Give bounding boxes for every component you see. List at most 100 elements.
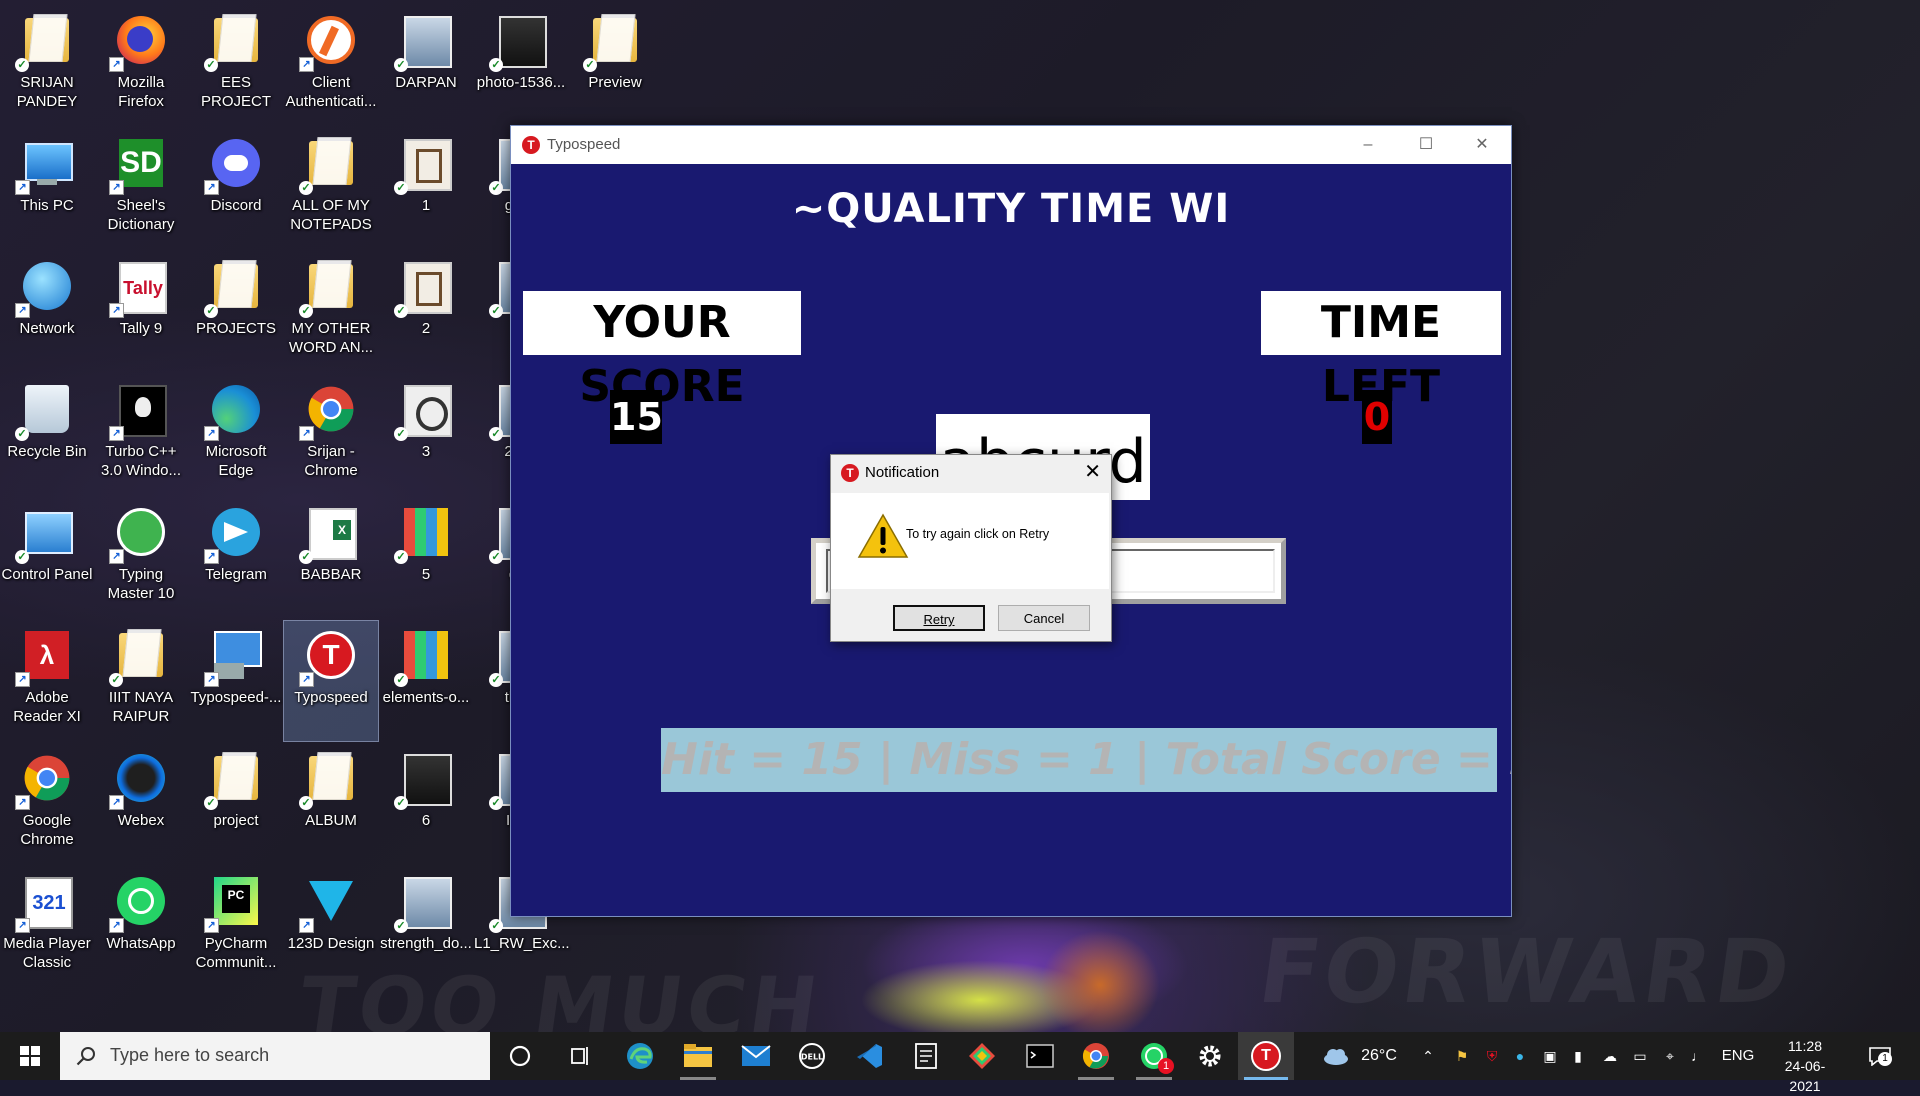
sync-check-icon: ✓ (204, 796, 218, 810)
sync-check-icon: ✓ (489, 427, 503, 441)
task-view-button[interactable] (552, 1032, 608, 1080)
language-indicator[interactable]: ENG (1718, 1046, 1758, 1066)
shortcut-arrow-icon: ↗ (204, 426, 219, 441)
maximize-button[interactable]: ☐ (1397, 126, 1455, 164)
desktop-icon[interactable]: 321 ↗ Media Player Classic (0, 867, 94, 987)
desktop-icon[interactable]: ✓ 3 (379, 375, 473, 495)
desktop-icon[interactable]: ↗ Mozilla Firefox (94, 6, 188, 126)
wifi-icon[interactable]: ⌖ (1660, 1046, 1680, 1066)
desktop-icon-label: Telegram (205, 566, 267, 583)
desktop-icon[interactable]: ↗ 123D Design (284, 867, 378, 987)
desktop-icon[interactable]: ✓ ALBUM (284, 744, 378, 864)
desktop-icon[interactable]: ✓ Preview (568, 6, 662, 126)
start-button[interactable] (0, 1032, 60, 1080)
desktop-icon[interactable]: ↗ Telegram (189, 498, 283, 618)
desktop-icon[interactable]: ✓ Control Panel (0, 498, 94, 618)
typospeed-icon: T ↗ (299, 627, 359, 687)
battery-icon[interactable]: ▭ (1628, 1046, 1652, 1066)
wallpaper-text: FORWARD (1252, 920, 1800, 1023)
desktop-icon[interactable]: PC ↗ PyCharm Communit... (189, 867, 283, 987)
desktop-icon[interactable]: ↗ Typing Master 10 (94, 498, 188, 618)
folder-icon: ✓ (109, 627, 169, 687)
desktop-icon[interactable]: ↗ Typospeed-... (189, 621, 283, 741)
desktop-icon-label: 6 (421, 812, 431, 829)
camera-icon[interactable]: ▣ (1540, 1046, 1560, 1066)
taskbar-edge[interactable] (612, 1032, 668, 1080)
desktop-icon[interactable]: ✓ 1 (379, 129, 473, 249)
desktop-icon[interactable]: ✓ ALL OF MY NOTEPADS (284, 129, 378, 249)
desktop-icon-label: Tally 9 (119, 320, 163, 337)
taskbar-notepad[interactable] (898, 1032, 954, 1080)
taskbar-search[interactable]: Type here to search (60, 1032, 490, 1080)
desktop-icon[interactable]: X ✓ BABBAR (284, 498, 378, 618)
taskbar-chrome[interactable] (1068, 1032, 1124, 1080)
weather-icon[interactable] (1322, 1046, 1350, 1066)
shortcut-arrow-icon: ↗ (204, 672, 219, 687)
folder-icon: ✓ (299, 135, 359, 195)
desktop-icon[interactable]: λ ↗ Adobe Reader XI (0, 621, 94, 741)
desktop-icon[interactable]: ✓ IIIT NAYA RAIPUR (94, 621, 188, 741)
taskbar-vscode[interactable] (842, 1032, 898, 1080)
notification-center-button[interactable]: 1 (1862, 1046, 1898, 1067)
desktop-icon-label: Webex (117, 812, 165, 829)
desktop-icon[interactable]: ✓ 6 (379, 744, 473, 864)
desktop-icon[interactable]: ↗ Network (0, 252, 94, 372)
taskbar-typospeed[interactable]: T (1238, 1032, 1294, 1080)
chevron-up-icon[interactable]: ⌃ (1418, 1046, 1438, 1066)
dialog-close-button[interactable]: ✕ (1084, 459, 1101, 484)
desktop-icon[interactable]: ✓ MY OTHER WORD AN... (284, 252, 378, 372)
desktop-icon[interactable]: ✓ project (189, 744, 283, 864)
sync-check-icon: ✓ (15, 550, 29, 564)
sync-check-icon: ✓ (15, 427, 29, 441)
shortcut-arrow-icon: ↗ (204, 549, 219, 564)
onedrive-icon[interactable]: ☁ (1598, 1046, 1622, 1066)
desktop-icon[interactable]: ↗ WhatsApp (94, 867, 188, 987)
taskbar-app-diamond[interactable] (954, 1032, 1010, 1080)
desktop-icon[interactable]: ✓ 2 (379, 252, 473, 372)
taskbar-settings[interactable] (1182, 1032, 1238, 1080)
setup-icon: ↗ (204, 627, 264, 687)
close-button[interactable]: ✕ (1453, 126, 1511, 164)
desktop-icon[interactable]: ✓ DARPAN (379, 6, 473, 126)
desktop-icon[interactable]: ✓ elements-o... (379, 621, 473, 741)
desktop-icon[interactable]: SD ↗ Sheel's Dictionary (94, 129, 188, 249)
taskbar-file-explorer[interactable] (670, 1032, 726, 1080)
desktop-icon[interactable]: ✓ SRIJAN PANDEY (0, 6, 94, 126)
shortcut-arrow-icon: ↗ (109, 549, 124, 564)
desktop-icon-label: DARPAN (395, 74, 457, 91)
desktop-icon[interactable]: ✓ strength_do... (379, 867, 473, 987)
security-icon[interactable]: ⚑ (1452, 1046, 1472, 1066)
cancel-button[interactable]: Cancel (998, 605, 1090, 631)
folder-icon: ✓ (204, 750, 264, 810)
desktop-icon[interactable]: ↗ Google Chrome (0, 744, 94, 864)
desktop-icon[interactable]: ✓ Recycle Bin (0, 375, 94, 495)
antivirus-icon[interactable]: ⛨ (1482, 1046, 1502, 1066)
webex-tray-icon[interactable]: ● (1510, 1046, 1530, 1066)
weather-temperature[interactable]: 26°C (1356, 1046, 1402, 1066)
desktop-icon[interactable]: T ↗ Typospeed (283, 620, 379, 742)
taskbar-whatsapp[interactable]: 1 (1126, 1032, 1182, 1080)
desktop-icon[interactable]: ↗ Webex (94, 744, 188, 864)
desktop-icon[interactable]: ↗ Microsoft Edge (189, 375, 283, 495)
desktop-icon[interactable]: ✓ EES PROJECT (189, 6, 283, 126)
turbo-icon: ↗ (109, 381, 169, 441)
taskbar-dell[interactable]: DELL (784, 1032, 840, 1080)
cortana-button[interactable] (492, 1032, 548, 1080)
desktop-icon[interactable]: ↗ Client Authenticati... (284, 6, 378, 126)
retry-button[interactable]: Retry (893, 605, 985, 631)
desktop-icon[interactable]: ✓ photo-1536... (474, 6, 568, 126)
microphone-icon[interactable]: ▮ (1568, 1046, 1588, 1066)
taskbar-mail[interactable] (728, 1032, 784, 1080)
desktop-icon[interactable]: ↗ Turbo C++ 3.0 Windo... (94, 375, 188, 495)
desktop-icon[interactable]: Tally ↗ Tally 9 (94, 252, 188, 372)
minimize-button[interactable]: – (1339, 126, 1397, 164)
desktop-icon[interactable]: ↗ Discord (189, 129, 283, 249)
window-titlebar[interactable]: T Typospeed – ☐ ✕ (511, 126, 1511, 164)
desktop-icon[interactable]: ↗ This PC (0, 129, 94, 249)
desktop-icon[interactable]: ↗ Srijan - Chrome (284, 375, 378, 495)
desktop-icon[interactable]: ✓ 5 (379, 498, 473, 618)
clock[interactable]: 11:28 24-06-2021 (1770, 1036, 1840, 1096)
desktop-icon[interactable]: ✓ PROJECTS (189, 252, 283, 372)
taskbar-terminal[interactable] (1012, 1032, 1068, 1080)
volume-icon[interactable]: ♩ (1688, 1046, 1708, 1066)
